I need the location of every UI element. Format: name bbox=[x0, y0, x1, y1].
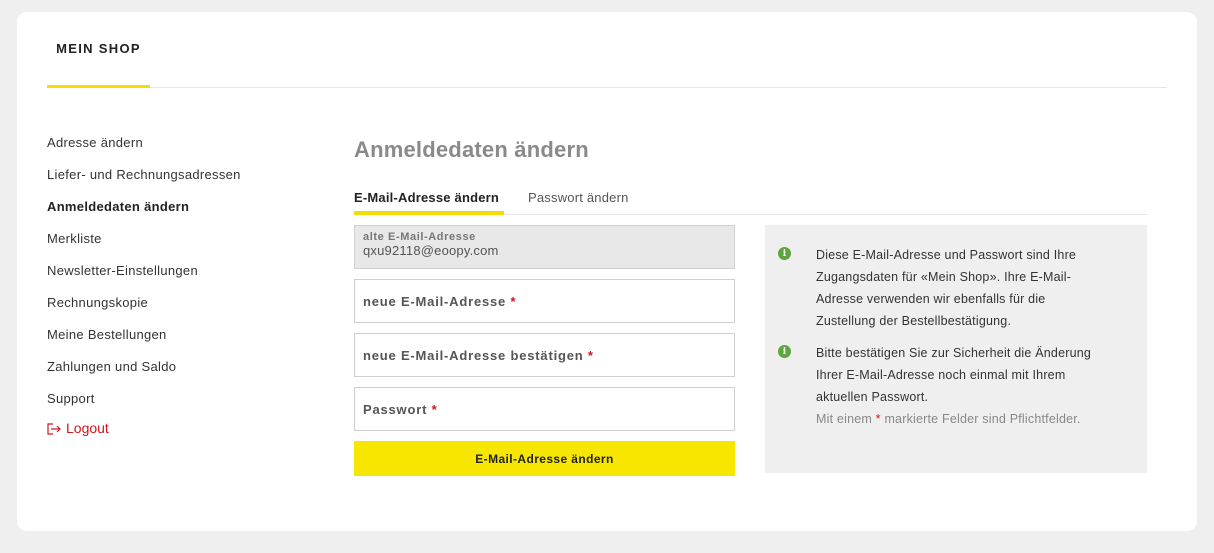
tab-mein-shop[interactable]: MEIN SHOP bbox=[47, 12, 150, 88]
submit-email-change-button[interactable]: E-Mail-Adresse ändern bbox=[354, 441, 735, 476]
logout-icon bbox=[47, 423, 61, 435]
old-email-label: alte E-Mail-Adresse bbox=[363, 231, 476, 243]
info-row-1: i Diese E-Mail-Adresse und Passwort sind… bbox=[778, 244, 1106, 332]
old-email-value: qxu92118@eoopy.com bbox=[363, 243, 499, 258]
required-note-prefix: Mit einem bbox=[816, 412, 872, 426]
sidebar-item-merkliste[interactable]: Merkliste bbox=[47, 228, 287, 260]
sidebar-item-liefer-rechnungsadressen[interactable]: Liefer- und Rechnungsadressen bbox=[47, 164, 287, 196]
password-field[interactable]: Passwort * bbox=[354, 387, 735, 431]
sidebar-item-zahlungen[interactable]: Zahlungen und Saldo bbox=[47, 356, 287, 388]
logout-link[interactable]: Logout bbox=[47, 420, 287, 436]
info-paragraph-2-wrap: Bitte bestätigen Sie zur Sicherheit die … bbox=[816, 342, 1106, 430]
required-note-suffix: markierte Felder sind Pflichtfelder. bbox=[884, 412, 1081, 426]
logout-label: Logout bbox=[66, 420, 109, 436]
sidebar-item-support[interactable]: Support bbox=[47, 388, 287, 420]
confirm-email-label: neue E-Mail-Adresse bestätigen bbox=[363, 348, 584, 363]
top-navigation: MEIN SHOP bbox=[47, 12, 1167, 88]
info-icon: i bbox=[778, 247, 791, 260]
account-card: MEIN SHOP Adresse ändern Liefer- und Rec… bbox=[17, 12, 1197, 531]
new-email-field[interactable]: neue E-Mail-Adresse * bbox=[354, 279, 735, 323]
required-note: Mit einem * markierte Felder sind Pflich… bbox=[816, 408, 1106, 430]
password-label: Passwort bbox=[363, 402, 428, 417]
confirm-email-field[interactable]: neue E-Mail-Adresse bestätigen * bbox=[354, 333, 735, 377]
info-paragraph-1: Diese E-Mail-Adresse und Passwort sind I… bbox=[816, 248, 1077, 328]
tab-email-aendern[interactable]: E-Mail-Adresse ändern bbox=[354, 187, 504, 215]
new-email-label-wrap: neue E-Mail-Adresse * bbox=[363, 294, 516, 309]
info-box: i Diese E-Mail-Adresse und Passwort sind… bbox=[765, 225, 1147, 473]
password-label-wrap: Passwort * bbox=[363, 402, 437, 417]
account-sidebar: Adresse ändern Liefer- und Rechnungsadre… bbox=[47, 132, 287, 436]
sidebar-item-bestellungen[interactable]: Meine Bestellungen bbox=[47, 324, 287, 356]
required-note-marker: * bbox=[875, 412, 881, 426]
required-marker: * bbox=[510, 294, 517, 309]
confirm-email-label-wrap: neue E-Mail-Adresse bestätigen * bbox=[363, 348, 594, 363]
sidebar-item-adresse-aendern[interactable]: Adresse ändern bbox=[47, 132, 287, 164]
sidebar-item-anmeldedaten-aendern[interactable]: Anmeldedaten ändern bbox=[47, 196, 287, 228]
old-email-field: alte E-Mail-Adresse qxu92118@eoopy.com bbox=[354, 225, 735, 269]
sidebar-item-rechnungskopie[interactable]: Rechnungskopie bbox=[47, 292, 287, 324]
required-marker: * bbox=[587, 348, 594, 363]
info-icon: i bbox=[778, 345, 791, 358]
info-paragraph-2: Bitte bestätigen Sie zur Sicherheit die … bbox=[816, 346, 1092, 404]
info-row-2: i Bitte bestätigen Sie zur Sicherheit di… bbox=[778, 342, 1106, 430]
form-tabs: E-Mail-Adresse ändern Passwort ändern bbox=[354, 187, 1147, 215]
tab-passwort-aendern[interactable]: Passwort ändern bbox=[528, 187, 629, 215]
sidebar-item-newsletter[interactable]: Newsletter-Einstellungen bbox=[47, 260, 287, 292]
required-marker: * bbox=[431, 402, 438, 417]
page-title: Anmeldedaten ändern bbox=[354, 137, 589, 162]
new-email-label: neue E-Mail-Adresse bbox=[363, 294, 507, 309]
